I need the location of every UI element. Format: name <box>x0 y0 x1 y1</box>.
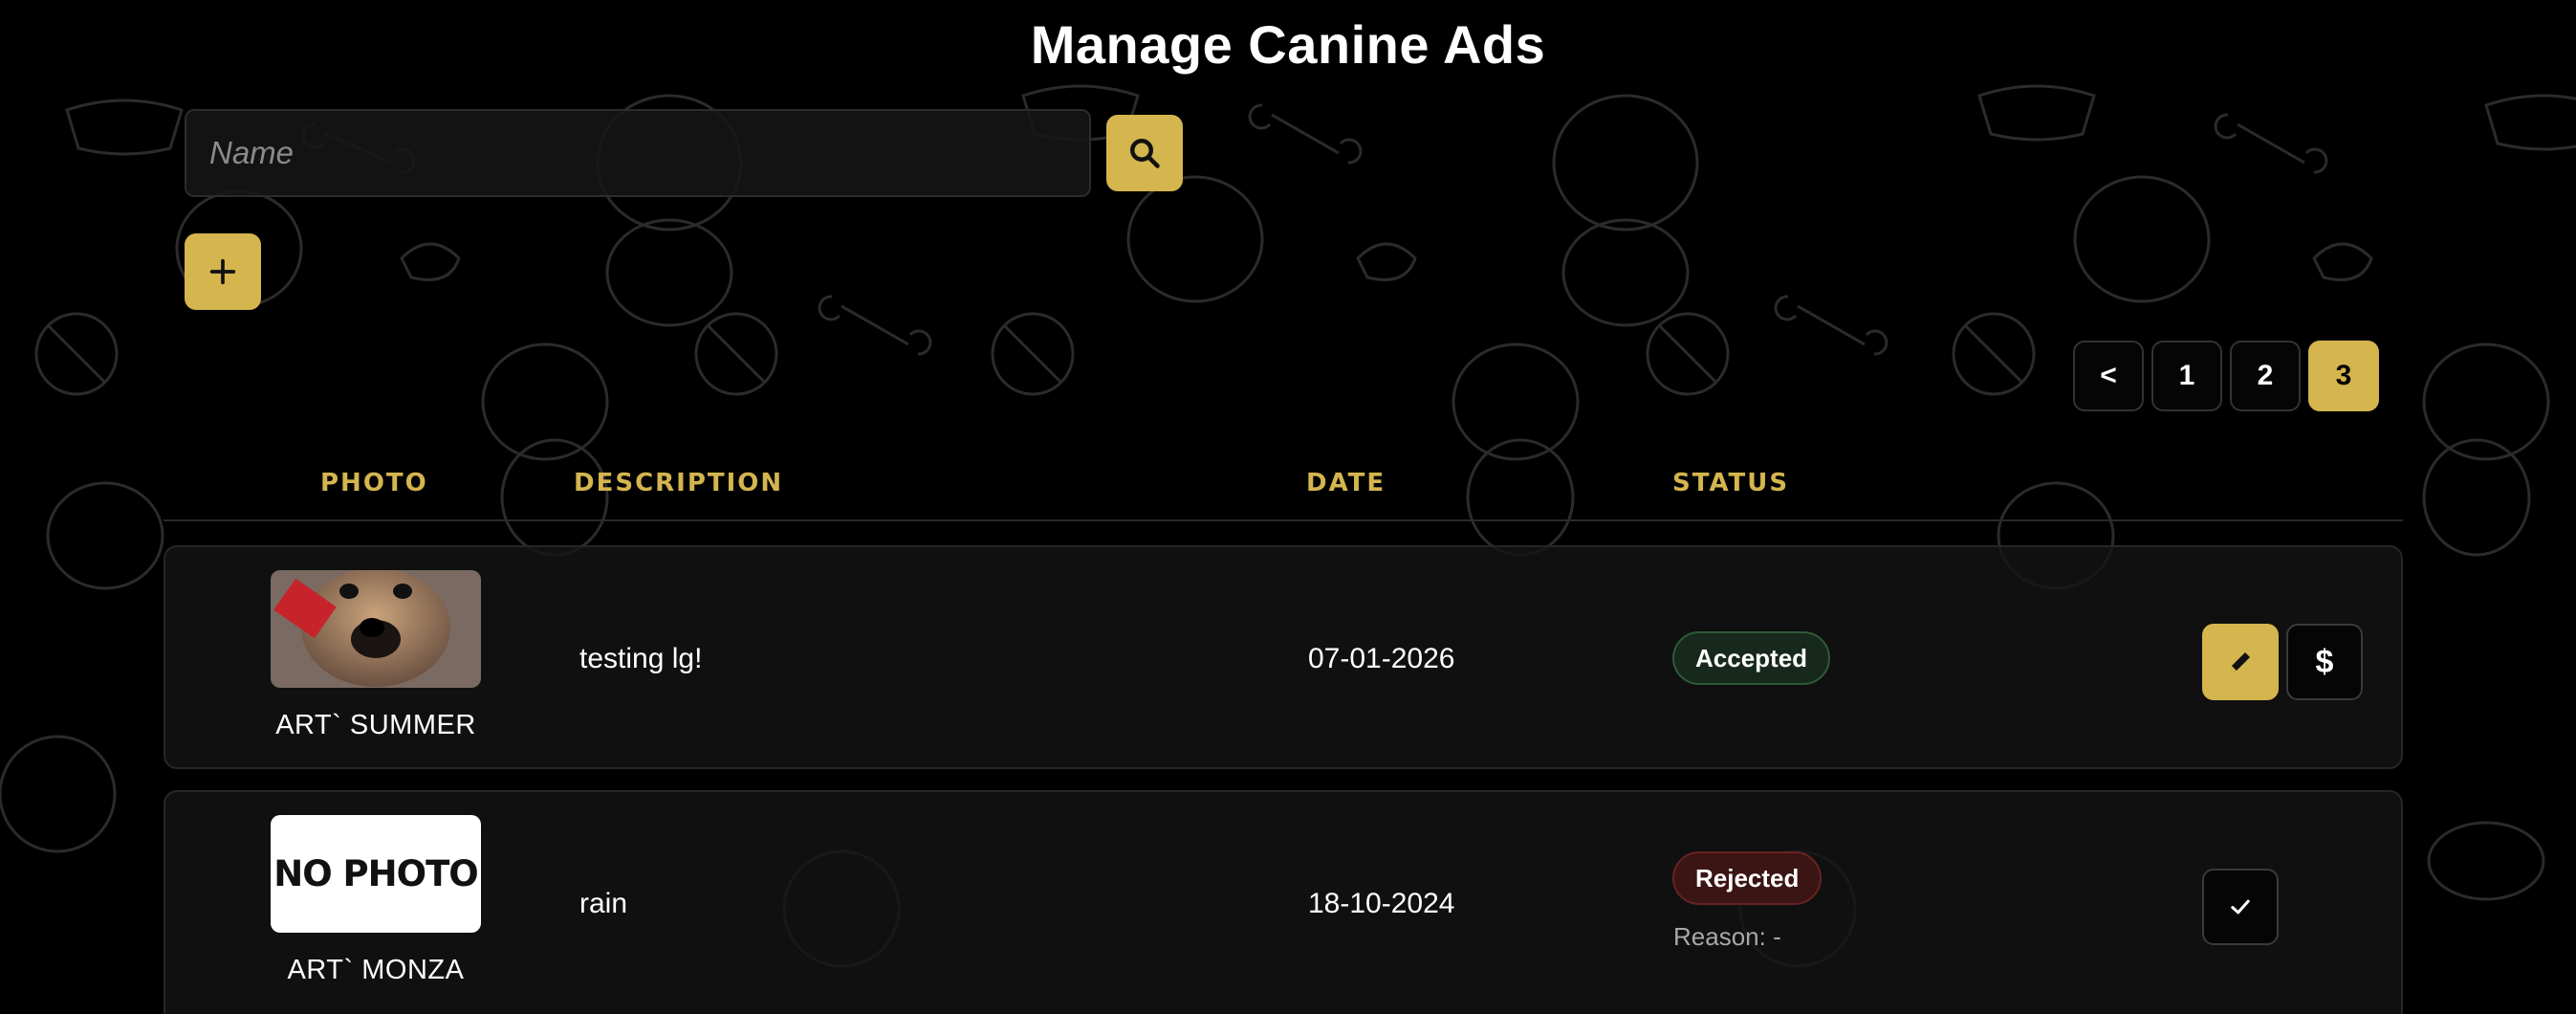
dog-photo[interactable] <box>271 570 481 688</box>
search-input[interactable] <box>185 109 1091 197</box>
table-row: NO PHOTO ART` MONZA rain 18-10-2024 Reje… <box>164 790 2403 1014</box>
search-icon <box>1130 139 1160 168</box>
ad-date: 07-01-2026 <box>1308 643 1455 674</box>
header-date: DATE <box>1306 469 1386 497</box>
table-row: ART` SUMMER testing lg! 07-01-2026 Accep… <box>164 545 2403 769</box>
search-button[interactable] <box>1106 115 1183 191</box>
header-description: DESCRIPTION <box>574 469 784 497</box>
page-button-3[interactable]: 3 <box>2308 341 2379 411</box>
ad-description: testing lg! <box>579 643 703 674</box>
pencil-icon <box>2231 652 2250 672</box>
pagination: < 1 2 3 <box>2073 341 2379 411</box>
check-icon <box>2231 899 2250 915</box>
ad-name: ART` SUMMER <box>275 710 476 740</box>
ad-description: rain <box>579 888 628 919</box>
page-button-2[interactable]: 2 <box>2230 341 2301 411</box>
status-badge: Accepted <box>1672 631 1831 685</box>
status-badge: Rejected <box>1672 851 1823 905</box>
page-title: Manage Canine Ads <box>1030 14 1546 75</box>
price-button[interactable]: $ <box>2286 624 2363 700</box>
edit-button[interactable] <box>2202 624 2279 700</box>
dog-photo-image <box>271 570 481 688</box>
ad-name: ART` MONZA <box>287 955 465 985</box>
no-photo-text: NO PHOTO <box>273 853 479 894</box>
add-ad-button[interactable] <box>185 233 261 310</box>
page-button-1[interactable]: 1 <box>2151 341 2222 411</box>
plus-icon <box>209 258 236 285</box>
header-status: STATUS <box>1672 469 1790 497</box>
page: Manage Canine Ads < 1 2 3 PHOTO DESCRIPT… <box>0 0 2576 1014</box>
ad-date: 18-10-2024 <box>1308 888 1455 919</box>
prev-page-button[interactable]: < <box>2073 341 2144 411</box>
header-divider <box>164 519 2403 521</box>
header-photo: PHOTO <box>320 469 428 497</box>
approve-button[interactable] <box>2202 869 2279 945</box>
no-photo-placeholder[interactable]: NO PHOTO <box>271 815 481 933</box>
reject-reason: Reason: - <box>1673 922 1781 951</box>
